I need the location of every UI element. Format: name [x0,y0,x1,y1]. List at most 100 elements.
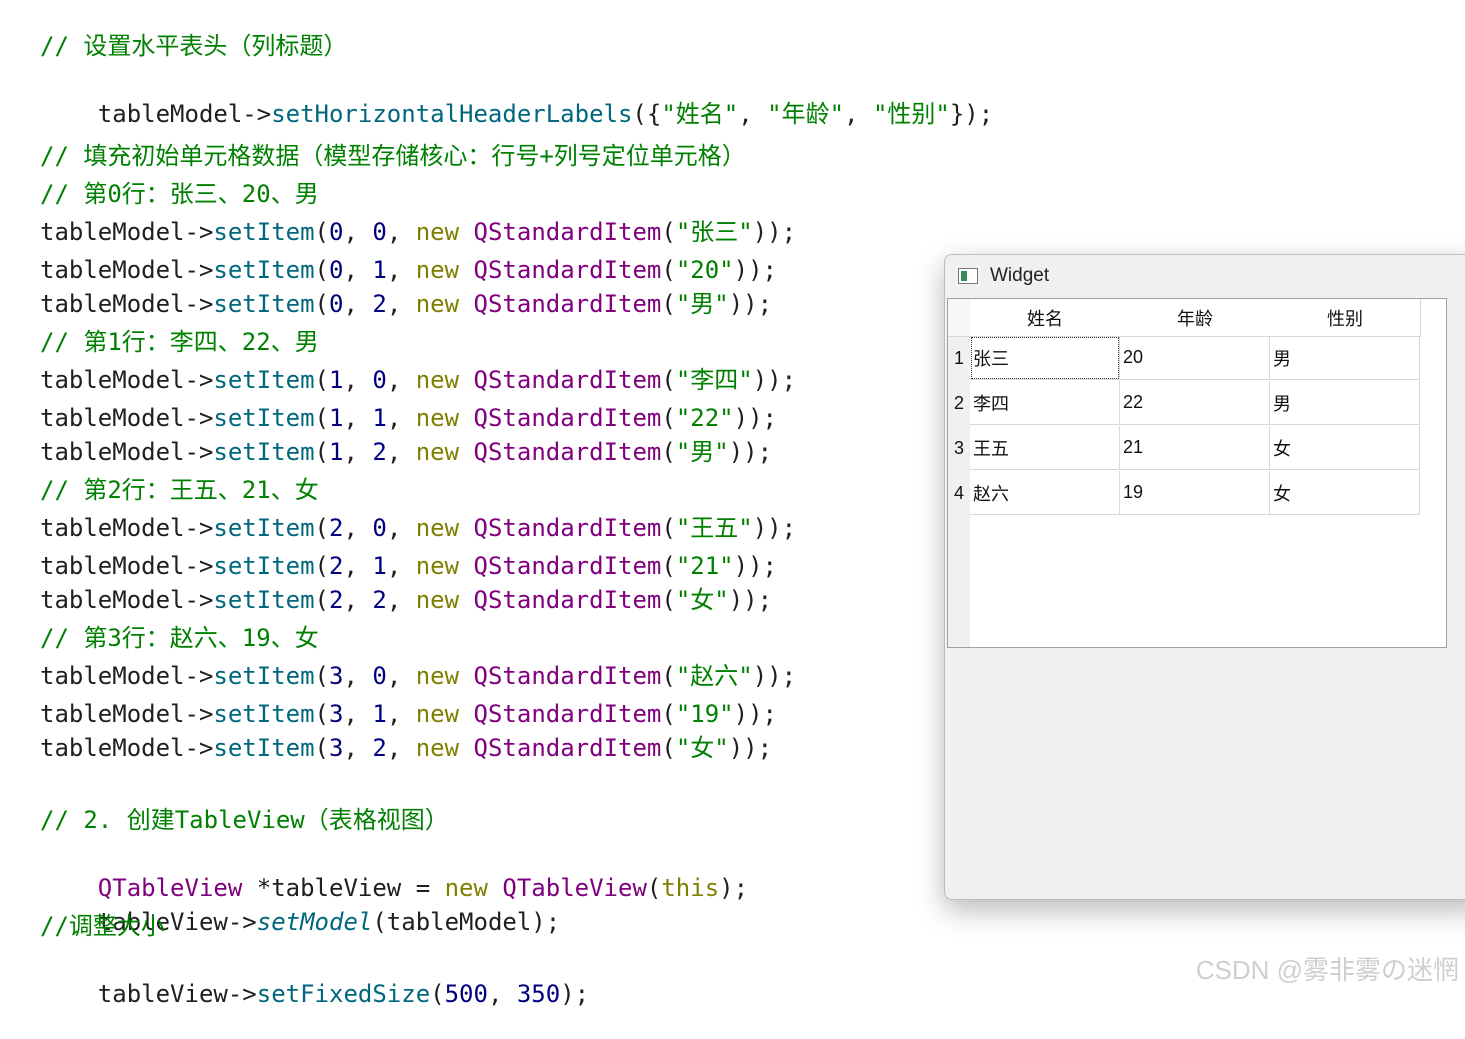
code-token: setItem [213,438,315,466]
code-token: tableModel-> [40,366,214,394]
column-header-age[interactable]: 年龄 [1120,299,1271,337]
code-token: QStandardItem [473,256,662,284]
code-token: "性别" [872,100,950,128]
code-token: tableModel-> [40,586,214,614]
code-token: setItem [213,552,315,580]
code-token: ( [314,366,329,394]
title-bar[interactable]: Widget [945,255,1465,297]
code-token: ( [430,980,445,1008]
code-token: tableModel-> [40,438,214,466]
row-header[interactable]: 4 [948,471,970,516]
table-cell[interactable]: 张三 [970,336,1120,380]
code-token: new [415,290,460,318]
code-token: )); [752,218,797,246]
code-token: setItem [213,586,315,614]
code-token: ({ [632,100,662,128]
table-cell[interactable]: 赵六 [970,471,1120,515]
table-cell[interactable]: 21 [1120,426,1270,470]
code-token: ( [314,438,329,466]
table-cell[interactable]: 22 [1120,381,1270,425]
code-token: setItem [213,256,315,284]
code-token: "姓名" [661,100,739,128]
code-token: )); [752,366,797,394]
code-token: 2 [372,290,387,318]
code-token: ( [661,290,676,318]
code-token: 0 [372,514,387,542]
code-token: ( [661,586,676,614]
code-token: setItem [213,290,315,318]
code-token: 500 [444,980,488,1008]
code-token: ( [661,404,676,432]
code-token: 2 [372,734,387,762]
code-token: (tableModel); [372,908,561,936]
code-comment: // 2. 创建TableView（表格视图） [40,806,449,834]
code-token: , [343,366,373,394]
code-token: ( [661,700,676,728]
column-header-gender[interactable]: 性别 [1270,299,1421,337]
code-token: ( [314,552,329,580]
code-token: setItem [213,514,315,542]
code-token: }); [949,100,994,128]
code-token: ( [314,514,329,542]
table-cell[interactable]: 男 [1270,336,1420,380]
code-comment: // 第0行：张三、20、男 [40,180,319,208]
code-token: "赵六" [675,662,753,690]
table-cell[interactable]: 20 [1120,336,1270,380]
code-token: )); [752,514,797,542]
table-corner-button[interactable] [948,299,970,337]
code-comment: // 填充初始单元格数据（模型存储核心：行号+列号定位单元格） [40,142,746,170]
code-token: tableModel-> [40,404,214,432]
table-cell[interactable]: 女 [1270,426,1420,470]
code-token: "22" [675,404,734,432]
code-token: )); [733,256,777,284]
code-token: new [415,218,460,246]
code-token: QStandardItem [473,290,662,318]
code-token: 2 [372,586,387,614]
watermark: CSDN @雾非雾の迷惘 [1195,955,1459,985]
code-token: ); [719,874,749,902]
column-header-name[interactable]: 姓名 [970,299,1121,337]
code-token: 1 [329,404,344,432]
code-token: , [386,218,416,246]
code-token: , [343,218,373,246]
row-header[interactable]: 1 [948,336,970,381]
code-line-set-item: tableModel->setItem(1, 0, new QStandardI… [40,365,796,395]
code-token: tableModel-> [40,552,214,580]
code-token: , [386,662,416,690]
code-token: 1 [372,404,387,432]
code-comment: //调整大小 [40,912,165,940]
row-header[interactable]: 3 [948,426,970,471]
table-cell[interactable]: 女 [1270,471,1420,515]
code-token: 0 [329,290,344,318]
code-token: new [415,514,460,542]
code-token: this [661,874,720,902]
code-token: 2 [329,586,344,614]
code-token: 0 [372,218,387,246]
code-token: ( [661,438,676,466]
code-token: ( [661,366,676,394]
code-token: ( [314,734,329,762]
code-token: ( [314,256,329,284]
code-token: ( [314,290,329,318]
code-token: setFixedSize [256,980,431,1008]
code-token: ( [661,514,676,542]
widget-window[interactable]: Widget 姓名 年龄 性别 1 2 3 4 张三 20 男 李四 22 男 … [944,254,1465,900]
code-token: QStandardItem [473,218,662,246]
code-line-set-item: tableModel->setItem(1, 2, new QStandardI… [40,437,772,467]
code-token: tableModel-> [40,218,214,246]
table-cell[interactable]: 王五 [970,426,1120,470]
table-cell[interactable]: 李四 [970,381,1120,425]
code-token: 350 [516,980,561,1008]
table-view[interactable]: 姓名 年龄 性别 1 2 3 4 张三 20 男 李四 22 男 王五 21 女… [947,298,1447,648]
code-token: ( [661,256,676,284]
code-token: ( [661,218,676,246]
row-header[interactable]: 2 [948,381,970,426]
code-token: setHorizontalHeaderLabels [271,100,633,128]
code-token: , [386,552,416,580]
table-cell[interactable]: 男 [1270,381,1420,425]
code-token: , [386,366,416,394]
table-cell[interactable]: 19 [1120,471,1270,515]
code-token: , [343,662,373,690]
